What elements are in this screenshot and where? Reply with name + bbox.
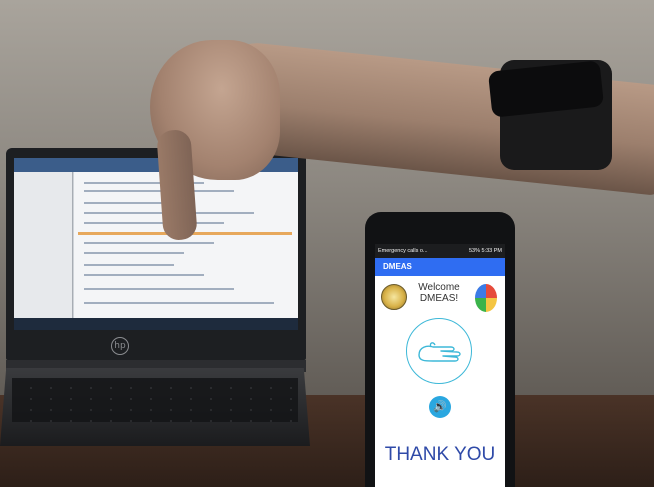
welcome-text: Welcome DMEAS! (409, 282, 469, 304)
windows-taskbar (14, 318, 298, 330)
status-bar: Emergency calls o... 53% 5:33 PM (375, 244, 505, 258)
laptop-keyboard (12, 378, 298, 422)
speaker-button[interactable]: 🔊 (429, 396, 451, 418)
hand-gesture-drawing (418, 342, 461, 362)
phone-screen: Emergency calls o... 53% 5:33 PM DMEAS W… (375, 244, 505, 487)
welcome-line-1: Welcome (418, 282, 460, 293)
app-title: DMEAS (383, 262, 412, 271)
ide-project-panel (14, 172, 73, 318)
hand-gesture-icon (406, 318, 472, 384)
university-seal-icon (381, 284, 407, 310)
recognized-message: THANK YOU (384, 444, 496, 465)
app-logo-icon (475, 284, 497, 312)
welcome-line-2: DMEAS! (419, 293, 459, 304)
status-carrier-text: Emergency calls o... (378, 248, 428, 254)
status-battery-time: 53% 5:33 PM (468, 248, 502, 254)
laptop-screen (14, 158, 298, 330)
app-bar: DMEAS (375, 258, 505, 276)
hp-logo: hp (111, 337, 129, 355)
photo-scene: hp Emergency calls o... 53% 5:33 PM DMEA… (0, 0, 654, 487)
